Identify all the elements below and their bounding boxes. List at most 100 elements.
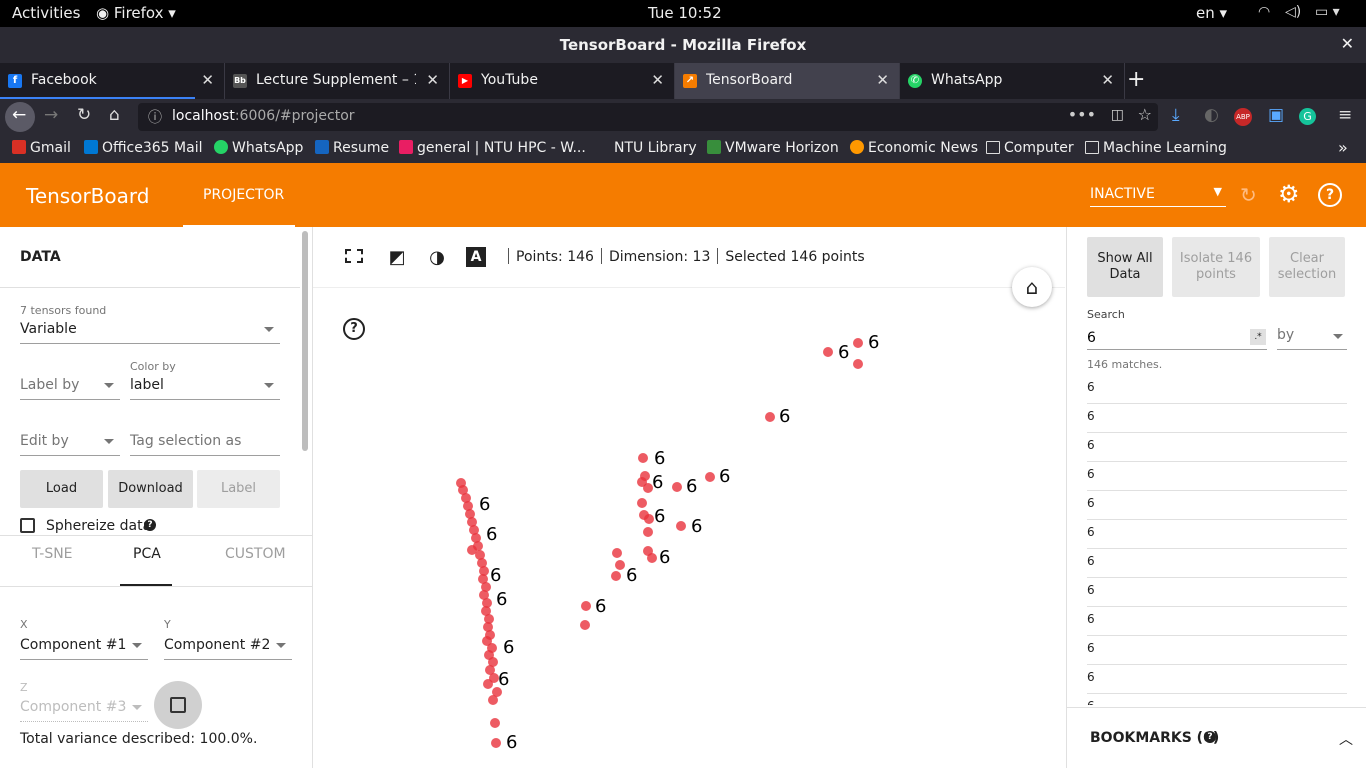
bookmark-folder-machine-learning[interactable]: Machine Learning (1085, 140, 1227, 156)
data-point[interactable] (611, 571, 621, 581)
menu-icon[interactable]: ≡ (1338, 105, 1352, 125)
bookmark-resume[interactable]: Resume (315, 140, 389, 156)
input-language[interactable]: en ▾ (1196, 4, 1227, 22)
label-by-select[interactable]: Label by (20, 377, 120, 400)
clear-selection-button[interactable]: Clear selection (1269, 237, 1345, 297)
tensorboard-title[interactable]: TensorBoard (26, 184, 149, 208)
z-component-select[interactable]: Component #3 (20, 699, 148, 722)
chevron-up-icon[interactable]: ︿ (1339, 729, 1353, 749)
bookmark-office365[interactable]: Office365 Mail (84, 140, 202, 156)
extension-icon[interactable]: ◐ (1204, 105, 1219, 125)
data-point[interactable] (644, 514, 654, 524)
list-item[interactable]: 6 (1087, 636, 1347, 665)
data-point[interactable] (823, 347, 833, 357)
activities-button[interactable]: Activities (12, 4, 80, 22)
bookmark-gmail[interactable]: Gmail (12, 140, 71, 156)
data-point[interactable] (580, 620, 590, 630)
data-point[interactable] (705, 472, 715, 482)
pocket-icon[interactable]: ◫ (1111, 107, 1124, 123)
search-by-select[interactable]: by (1277, 327, 1347, 350)
tab-whatsapp[interactable]: ✆ WhatsApp ✕ (900, 63, 1125, 99)
list-item[interactable]: 6 (1087, 375, 1347, 404)
data-point[interactable] (853, 338, 863, 348)
back-button[interactable]: ← (5, 102, 35, 132)
list-item[interactable]: 6 (1087, 491, 1347, 520)
bookmark-folder-computer[interactable]: Computer (986, 140, 1074, 156)
close-tab-icon[interactable]: ✕ (651, 71, 664, 89)
labels-3d-icon[interactable]: A (466, 247, 486, 267)
new-tab-icon[interactable]: + (1127, 67, 1145, 92)
tab-pca[interactable]: PCA (133, 546, 161, 562)
tab-custom[interactable]: CUSTOM (225, 546, 286, 562)
bookmarks-section[interactable]: BOOKMARKS (0) ? ︿ (1067, 707, 1366, 769)
tab-youtube[interactable]: ▶ YouTube ✕ (450, 63, 675, 99)
list-item[interactable]: 6 (1087, 549, 1347, 578)
data-point[interactable] (638, 453, 648, 463)
help-icon[interactable]: ? (1204, 731, 1216, 743)
app-menu[interactable]: ◉ Firefox ▾ (96, 4, 176, 22)
show-all-data-button[interactable]: Show All Data (1087, 237, 1163, 297)
data-point[interactable] (643, 527, 653, 537)
tag-selection-input[interactable]: Tag selection as (130, 433, 280, 456)
save-icon[interactable]: ▣ (1268, 105, 1284, 125)
data-point[interactable] (491, 738, 501, 748)
home-icon[interactable]: ⌂ (109, 105, 120, 125)
forward-icon[interactable]: → (44, 105, 58, 125)
volume-icon[interactable]: ◁) (1285, 4, 1301, 20)
y-component-select[interactable]: Component #2 (164, 637, 292, 660)
data-point[interactable] (612, 548, 622, 558)
bookmark-economic-news[interactable]: Economic News (850, 140, 978, 156)
select-rectangle-icon[interactable] (345, 249, 363, 263)
data-point[interactable] (853, 359, 863, 369)
close-tab-icon[interactable]: ✕ (876, 71, 889, 89)
help-icon[interactable]: ? (144, 519, 156, 531)
data-point[interactable] (765, 412, 775, 422)
isolate-points-button[interactable]: Isolate 146 points (1172, 237, 1260, 297)
list-item[interactable]: 6 (1087, 665, 1347, 694)
page-actions-icon[interactable]: ••• (1068, 105, 1096, 124)
scatter-plot[interactable]: 66666666 6666 6 66 6666 (313, 287, 1065, 768)
list-item[interactable]: 6 (1087, 694, 1347, 705)
tab-tensorboard[interactable]: ↗ TensorBoard ✕ (675, 63, 900, 99)
reload-icon[interactable]: ↻ (1240, 183, 1257, 207)
close-tab-icon[interactable]: ✕ (1101, 71, 1114, 89)
night-mode-contrast-icon[interactable]: ◩ (386, 247, 408, 269)
reload-icon[interactable]: ↻ (77, 105, 91, 125)
list-item[interactable]: 6 (1087, 578, 1347, 607)
tab-projector[interactable]: PROJECTOR (183, 163, 295, 227)
list-item[interactable]: 6 (1087, 462, 1347, 491)
close-tab-icon[interactable]: ✕ (426, 71, 439, 89)
more-bookmarks-icon[interactable]: » (1338, 138, 1348, 157)
list-item[interactable]: 6 (1087, 520, 1347, 549)
data-point[interactable] (581, 601, 591, 611)
color-by-select[interactable]: label (130, 377, 280, 400)
battery-icon[interactable]: ▭ ▾ (1315, 4, 1340, 20)
z-enable-toggle[interactable] (154, 681, 202, 729)
inactive-plugins-select[interactable]: INACTIVE ▼ (1090, 185, 1226, 207)
tab-lecture-supplement[interactable]: Bb Lecture Supplement – 18 ✕ (225, 63, 450, 99)
tensor-select[interactable]: Variable (20, 321, 280, 344)
search-input[interactable] (1087, 327, 1267, 350)
bookmark-ntu-library[interactable]: NTU Library (596, 140, 697, 156)
tab-tsne[interactable]: T-SNE (32, 546, 73, 562)
data-point[interactable] (615, 560, 625, 570)
window-close-icon[interactable]: ✕ (1341, 34, 1354, 53)
regex-toggle[interactable]: .* (1250, 329, 1266, 345)
data-point[interactable] (637, 498, 647, 508)
sphereize-checkbox[interactable] (20, 518, 35, 533)
data-point[interactable] (490, 718, 500, 728)
data-point[interactable] (676, 521, 686, 531)
load-button[interactable]: Load (20, 470, 103, 508)
bookmark-vmware-horizon[interactable]: VMware Horizon (707, 140, 839, 156)
bookmark-whatsapp[interactable]: WhatsApp (214, 140, 303, 156)
url-bar[interactable]: ⓘ localhost:6006/#projector ••• ◫ ☆ (138, 103, 1158, 131)
tab-facebook[interactable]: f Facebook ✕ (0, 63, 225, 99)
bookmark-ntu-hpc[interactable]: general | NTU HPC - W... (399, 140, 586, 156)
data-point[interactable] (483, 679, 493, 689)
left-panel-scrollbar[interactable] (302, 231, 308, 451)
list-item[interactable]: 6 (1087, 404, 1347, 433)
data-point[interactable] (647, 553, 657, 563)
clock[interactable]: Tue 10:52 (648, 4, 722, 22)
download-button[interactable]: Download (108, 470, 193, 508)
data-point[interactable] (672, 482, 682, 492)
